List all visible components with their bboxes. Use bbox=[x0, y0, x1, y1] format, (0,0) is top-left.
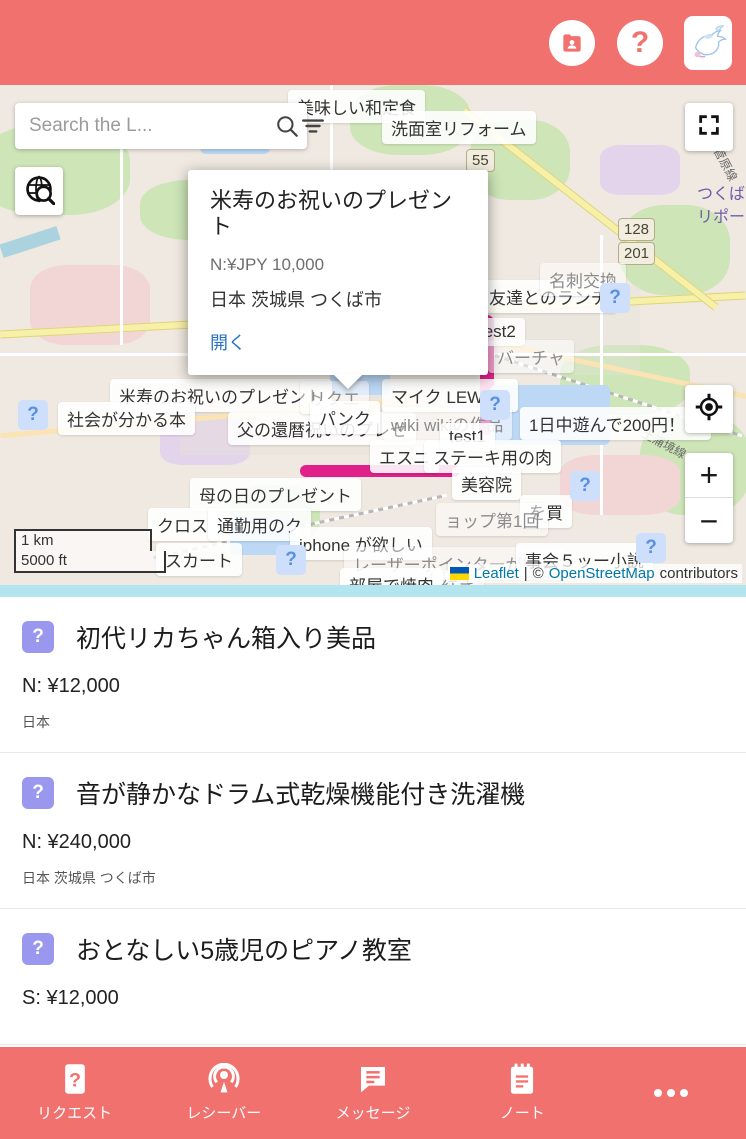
map-search-bar[interactable] bbox=[15, 103, 324, 149]
popup-location: 日本 茨城県 つくば市 bbox=[210, 289, 383, 310]
map-label[interactable]: ョップ第1回 bbox=[436, 503, 549, 536]
nav-item-label: リクエスト bbox=[37, 1105, 113, 1122]
map-popup[interactable]: 米寿のお祝いのプレゼント N:¥JPY 10,000 日本 茨城県 つくば市 開… bbox=[188, 170, 488, 389]
map-marker-question[interactable]: ? bbox=[480, 390, 510, 420]
map-marker-question[interactable]: ? bbox=[600, 283, 630, 313]
contact-card-icon bbox=[549, 19, 595, 66]
map-label[interactable]: 洗面室リフォーム bbox=[382, 111, 536, 144]
request-badge-icon: ? bbox=[22, 777, 54, 809]
nav-item-label: レシーバー bbox=[186, 1105, 262, 1122]
map-label[interactable]: 美容院 bbox=[452, 467, 521, 500]
nav-item-label: メッセージ bbox=[335, 1105, 411, 1122]
request-badge-icon: ? bbox=[22, 933, 54, 965]
list-item-title[interactable]: 音が静かなドラム式乾燥機能付き洗濯機 bbox=[76, 775, 525, 811]
dove-bird-avatar bbox=[684, 15, 732, 70]
list-item-price: S: ¥12,000 bbox=[22, 987, 119, 1009]
scale-metric: 1 km bbox=[14, 529, 152, 551]
list-item-title[interactable]: おとなしい5歳児のピアノ教室 bbox=[76, 931, 412, 967]
help-question-icon: ? bbox=[617, 19, 663, 66]
town-label: リポー bbox=[697, 209, 746, 226]
attribution-separator: | bbox=[523, 565, 528, 582]
search-icon[interactable] bbox=[274, 103, 300, 149]
map-label[interactable]: 母の日のプレゼント bbox=[190, 478, 361, 511]
attribution-copyright: © bbox=[532, 565, 544, 582]
scale-imperial: 5000 ft bbox=[14, 551, 166, 573]
note-clipboard-icon bbox=[508, 1063, 536, 1095]
map-marker-question[interactable]: ? bbox=[570, 471, 600, 501]
popup-tip bbox=[333, 373, 363, 389]
list-item-price: N: ¥12,000 bbox=[22, 675, 120, 697]
help-question-glyph: ? bbox=[630, 25, 650, 59]
more-dots-icon bbox=[654, 1089, 689, 1097]
ukraine-flag-icon bbox=[449, 567, 469, 580]
help-button[interactable]: ? bbox=[616, 19, 664, 67]
leaflet-link[interactable]: Leaflet bbox=[474, 565, 519, 582]
locate-button[interactable] bbox=[685, 385, 733, 433]
list-item-header: ? おとなしい5歳児のピアノ教室 bbox=[22, 931, 724, 967]
contacts-button[interactable] bbox=[548, 19, 596, 67]
map-label[interactable]: 部屋で焼肉 bbox=[340, 568, 443, 585]
section-divider-band bbox=[0, 585, 746, 597]
message-chat-icon bbox=[357, 1063, 389, 1095]
map-label[interactable]: スカート bbox=[156, 543, 242, 576]
attribution-contributors: contributors bbox=[659, 565, 738, 582]
list-item-location: 日本 bbox=[22, 714, 50, 730]
list-item[interactable]: ? おとなしい5歳児のピアノ教室 S: ¥12,000 bbox=[0, 909, 746, 1045]
map-attribution: Leaflet | © OpenStreetMap contributors bbox=[445, 564, 742, 583]
list-item-location: 日本 茨城県 つくば市 bbox=[22, 870, 156, 886]
svg-text:?: ? bbox=[69, 1069, 81, 1091]
request-badge-icon: ? bbox=[22, 621, 54, 653]
map-label[interactable]: 社会が分かる本 bbox=[58, 402, 195, 435]
nav-item-2[interactable]: レシーバー bbox=[149, 1063, 298, 1123]
request-list[interactable]: ? 初代リカちゃん箱入り美品 N: ¥12,000 日本? 音が静かなドラム式乾燥機能付… bbox=[0, 597, 746, 1047]
osm-link[interactable]: OpenStreetMap bbox=[549, 565, 655, 582]
map-label[interactable]: パンク bbox=[310, 401, 380, 434]
map-scale: 1 km 5000 ft bbox=[14, 529, 166, 573]
app-root: ? 55 128 201 つくば リポー 土浦境線 藤沢菅原線 美味しい和定食 … bbox=[0, 0, 746, 1139]
map-marker-question[interactable]: ? bbox=[276, 545, 306, 575]
zoom-controls[interactable]: + − bbox=[685, 453, 733, 543]
road-shield: 128 bbox=[618, 218, 656, 241]
list-item-header: ? 音が静かなドラム式乾燥機能付き洗濯機 bbox=[22, 775, 724, 811]
fullscreen-icon bbox=[696, 112, 722, 143]
nav-item-3[interactable]: メッセージ bbox=[298, 1063, 447, 1123]
nav-item-1[interactable]: ? リクエスト bbox=[0, 1063, 149, 1123]
filter-icon[interactable] bbox=[300, 103, 326, 149]
map-panel[interactable]: 55 128 201 つくば リポー 土浦境線 藤沢菅原線 美味しい和定食 洗面室… bbox=[0, 85, 746, 585]
fullscreen-button[interactable] bbox=[685, 103, 733, 151]
road-shield: 201 bbox=[618, 242, 656, 265]
list-item[interactable]: ? 初代リカちゃん箱入り美品 N: ¥12,000 日本 bbox=[0, 597, 746, 753]
more-button[interactable] bbox=[597, 1089, 746, 1097]
nav-item-4[interactable]: ノート bbox=[448, 1063, 597, 1123]
list-item-title[interactable]: 初代リカちゃん箱入り美品 bbox=[76, 619, 376, 655]
bottom-navigation[interactable]: ? リクエスト レシーバー メッセージ ノート bbox=[0, 1047, 746, 1139]
nav-item-label: ノート bbox=[499, 1105, 545, 1122]
avatar-button[interactable] bbox=[684, 15, 732, 70]
receiver-radar-icon bbox=[208, 1063, 240, 1095]
app-header: ? bbox=[0, 0, 746, 85]
list-item-price: N: ¥240,000 bbox=[22, 831, 131, 853]
zoom-out-button[interactable]: − bbox=[685, 498, 733, 543]
globe-search-button[interactable] bbox=[15, 167, 63, 215]
list-item-header: ? 初代リカちゃん箱入り美品 bbox=[22, 619, 724, 655]
map-marker-question[interactable]: ? bbox=[636, 533, 666, 563]
globe-search-icon bbox=[23, 173, 56, 210]
map-label[interactable]: 1日中遊んで200円！流 bbox=[520, 407, 711, 440]
town-label: つくば bbox=[697, 186, 746, 203]
request-question-icon: ? bbox=[60, 1063, 90, 1095]
popup-price: N:¥JPY 10,000 bbox=[210, 254, 325, 274]
locate-crosshair-icon bbox=[694, 392, 724, 427]
list-item[interactable]: ? 音が静かなドラム式乾燥機能付き洗濯機 N: ¥240,000 日本 茨城県 つくば… bbox=[0, 753, 746, 909]
zoom-in-button[interactable]: + bbox=[685, 453, 733, 498]
search-input[interactable] bbox=[15, 115, 274, 137]
popup-title: 米寿のお祝いのプレゼント bbox=[210, 188, 453, 240]
map-label[interactable]: バーチャ bbox=[488, 340, 574, 373]
popup-open-link[interactable]: 開く bbox=[210, 329, 466, 355]
map-marker-question[interactable]: ? bbox=[18, 400, 48, 430]
road-shield: 55 bbox=[466, 149, 495, 172]
